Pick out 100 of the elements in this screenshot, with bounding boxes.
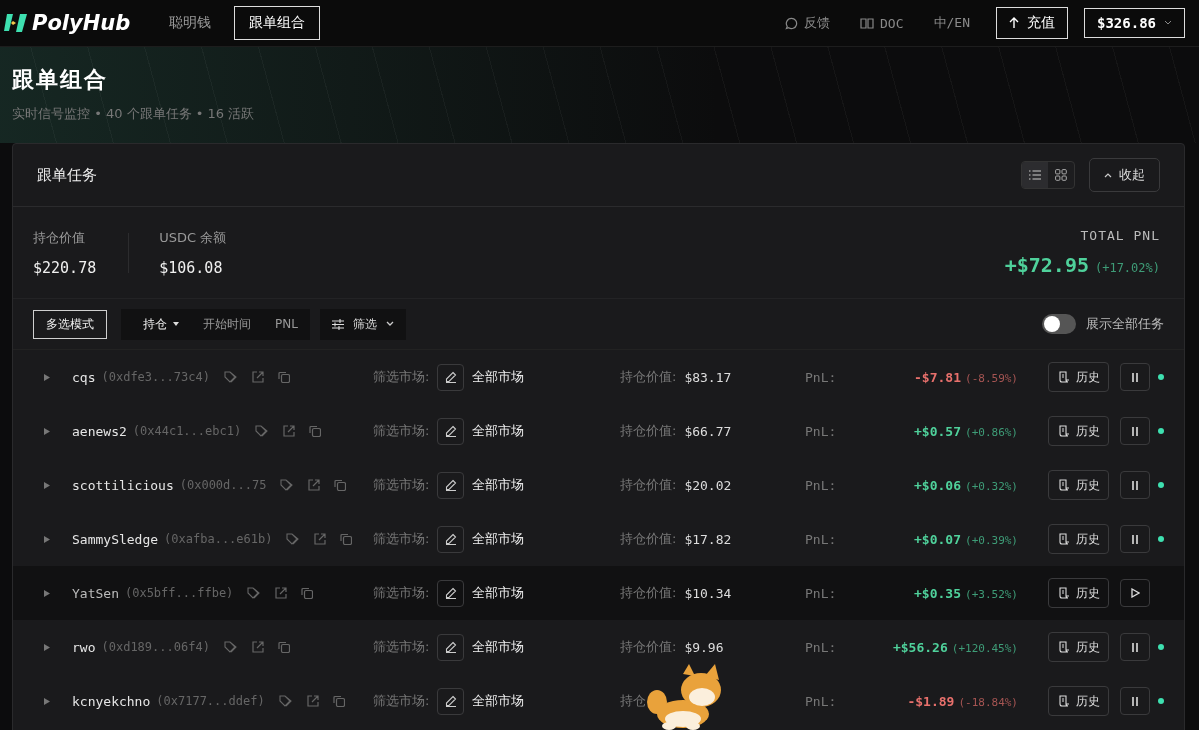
edit-button[interactable] bbox=[437, 579, 465, 607]
play-button[interactable] bbox=[1120, 579, 1150, 607]
expand-icon[interactable] bbox=[44, 589, 50, 597]
status-dot bbox=[1158, 428, 1164, 434]
list-view-button[interactable] bbox=[1022, 162, 1048, 188]
edit-button[interactable] bbox=[437, 417, 465, 445]
expand-icon[interactable] bbox=[44, 643, 50, 651]
pencil-icon bbox=[444, 479, 457, 491]
scroll-icon bbox=[1057, 695, 1070, 707]
position-value-label: 持仓价值: bbox=[620, 368, 677, 386]
filter-market-label: 筛选市场: bbox=[373, 368, 430, 386]
nav-tab[interactable]: 跟单组合 bbox=[234, 6, 320, 40]
tag-icon[interactable] bbox=[223, 641, 238, 653]
pnl-percent: (-8.59%) bbox=[965, 371, 1018, 385]
pnl-label: PnL: bbox=[805, 369, 837, 385]
logo-text[interactable]: PolyHub bbox=[32, 11, 131, 35]
history-button[interactable]: 历史 bbox=[1048, 470, 1109, 500]
total-pnl-percent: (+17.02%) bbox=[1094, 261, 1160, 275]
balance-dropdown[interactable]: $326.86 bbox=[1084, 8, 1185, 38]
pause-button[interactable] bbox=[1120, 417, 1150, 445]
sliders-icon bbox=[331, 318, 344, 330]
expand-icon[interactable] bbox=[44, 697, 50, 705]
pencil-icon bbox=[444, 533, 457, 545]
expand-icon[interactable] bbox=[44, 481, 50, 489]
external-link-icon[interactable] bbox=[251, 371, 264, 383]
sort-tab[interactable]: 持仓 bbox=[121, 308, 191, 340]
wallet-address: (0x000d...75 bbox=[179, 478, 267, 492]
tag-icon[interactable] bbox=[286, 533, 301, 545]
pencil-icon bbox=[444, 425, 457, 437]
external-link-icon[interactable] bbox=[283, 425, 296, 437]
pnl-value: -$1.89 bbox=[907, 693, 955, 709]
expand-icon[interactable] bbox=[44, 373, 50, 381]
market-value: 全部市场 bbox=[472, 368, 525, 386]
pnl-value: +$0.57 bbox=[914, 423, 961, 439]
deposit-button[interactable]: 充值 bbox=[996, 7, 1068, 39]
copy-icon[interactable] bbox=[277, 371, 290, 383]
total-pnl-value: +$72.95 bbox=[1004, 253, 1089, 277]
feedback-link[interactable]: 反馈 bbox=[775, 14, 840, 32]
history-button[interactable]: 历史 bbox=[1048, 632, 1109, 662]
language-toggle[interactable]: 中/EN bbox=[923, 14, 980, 32]
sort-tab[interactable]: PNL bbox=[263, 308, 310, 340]
pause-button[interactable] bbox=[1120, 633, 1150, 661]
collapse-button[interactable]: 收起 bbox=[1089, 158, 1160, 192]
list-icon bbox=[1029, 170, 1041, 180]
wallet-address: (0xdfe3...73c4) bbox=[101, 370, 210, 384]
pencil-icon bbox=[444, 695, 457, 707]
copy-icon[interactable] bbox=[332, 695, 345, 707]
status-dot bbox=[1158, 374, 1164, 380]
expand-icon[interactable] bbox=[44, 535, 50, 543]
external-link-icon[interactable] bbox=[314, 533, 327, 545]
filter-market-label: 筛选市场: bbox=[373, 692, 430, 710]
wallet-address: (0x44c1...ebc1) bbox=[132, 424, 242, 438]
copy-icon[interactable] bbox=[334, 479, 347, 491]
tag-icon[interactable] bbox=[255, 425, 270, 437]
tag-icon[interactable] bbox=[223, 371, 238, 383]
pause-button[interactable] bbox=[1120, 525, 1150, 553]
pause-button[interactable] bbox=[1120, 471, 1150, 499]
history-button[interactable]: 历史 bbox=[1048, 578, 1109, 608]
external-link-icon[interactable] bbox=[251, 641, 264, 653]
tag-icon[interactable] bbox=[278, 695, 293, 707]
sort-tab[interactable]: 开始时间 bbox=[191, 308, 263, 340]
pause-button[interactable] bbox=[1120, 363, 1150, 391]
copy-icon[interactable] bbox=[301, 587, 314, 599]
copy-icon[interactable] bbox=[309, 425, 322, 437]
copy-icon[interactable] bbox=[340, 533, 353, 545]
edit-button[interactable] bbox=[437, 633, 465, 661]
history-button[interactable]: 历史 bbox=[1048, 686, 1109, 716]
pnl-percent: (-18.84%) bbox=[958, 695, 1018, 709]
pnl-value: +$0.07 bbox=[914, 531, 961, 547]
expand-icon[interactable] bbox=[44, 427, 50, 435]
page-subtitle: 实时信号监控 • 40 个跟单任务 • 16 活跃 bbox=[12, 105, 256, 123]
pause-button[interactable] bbox=[1120, 687, 1150, 715]
status-dot bbox=[1158, 644, 1164, 650]
edit-button[interactable] bbox=[437, 471, 465, 499]
pnl-value: -$7.81 bbox=[914, 369, 961, 385]
pencil-icon bbox=[444, 371, 457, 383]
filter-dropdown[interactable]: 筛选 bbox=[319, 308, 406, 340]
copy-icon[interactable] bbox=[277, 641, 290, 653]
external-link-icon[interactable] bbox=[306, 695, 319, 707]
edit-button[interactable] bbox=[437, 687, 465, 715]
edit-button[interactable] bbox=[437, 363, 465, 391]
history-button[interactable]: 历史 bbox=[1048, 416, 1109, 446]
pause-icon bbox=[1132, 480, 1138, 490]
market-value: 全部市场 bbox=[472, 422, 525, 440]
tag-icon[interactable] bbox=[280, 479, 295, 491]
position-value-label: 持仓价值: bbox=[620, 476, 677, 494]
trader-name: rwo bbox=[72, 639, 96, 655]
pnl-percent: (+0.32%) bbox=[965, 479, 1018, 493]
external-link-icon[interactable] bbox=[308, 479, 321, 491]
filter-market-label: 筛选市场: bbox=[373, 476, 430, 494]
history-button[interactable]: 历史 bbox=[1048, 362, 1109, 392]
doc-link[interactable]: DOC bbox=[850, 15, 914, 31]
show-all-switch[interactable] bbox=[1042, 314, 1076, 334]
history-button[interactable]: 历史 bbox=[1048, 524, 1109, 554]
nav-tab[interactable]: 聪明钱 bbox=[154, 6, 226, 40]
external-link-icon[interactable] bbox=[275, 587, 288, 599]
multi-select-button[interactable]: 多选模式 bbox=[33, 309, 107, 339]
edit-button[interactable] bbox=[437, 525, 465, 553]
market-value: 全部市场 bbox=[472, 638, 525, 656]
tag-icon[interactable] bbox=[247, 587, 262, 599]
